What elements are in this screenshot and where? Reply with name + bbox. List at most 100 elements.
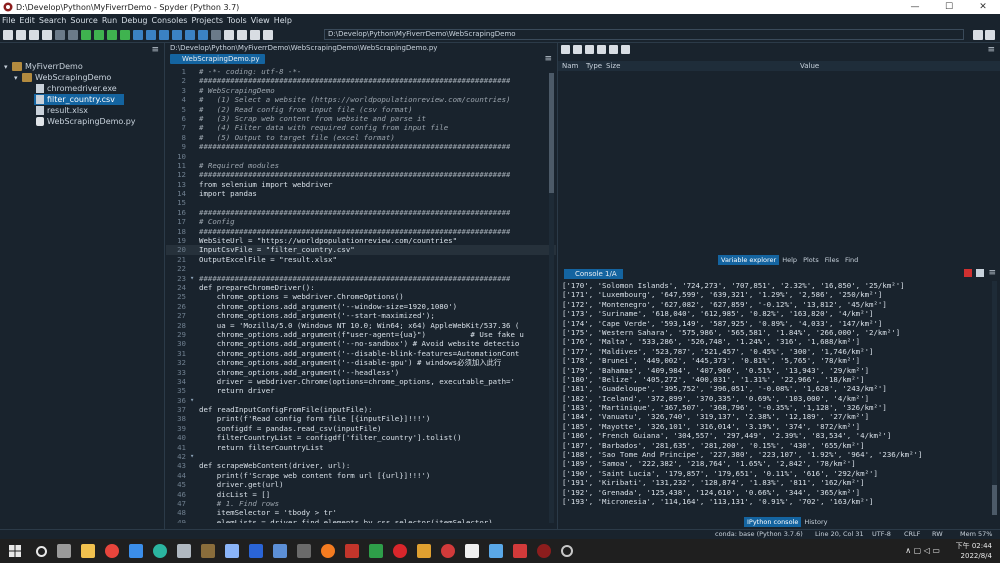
step-into-icon[interactable] (159, 29, 169, 40)
fold-marker-icon[interactable]: ▾ (190, 274, 199, 283)
step-return-icon[interactable] (172, 29, 182, 40)
app-icon[interactable] (225, 544, 239, 558)
new-file-icon[interactable] (3, 29, 13, 40)
fold-marker-icon[interactable] (190, 292, 199, 301)
tab-plots[interactable]: Plots (800, 255, 822, 265)
fold-marker-icon[interactable] (190, 245, 199, 254)
fold-marker-icon[interactable] (190, 508, 199, 517)
fold-marker-icon[interactable] (190, 198, 199, 207)
app-icon[interactable] (489, 544, 503, 558)
chrome-icon[interactable] (105, 544, 119, 558)
code-line[interactable]: 34 driver = webdriver.Chrome(options=chr… (166, 377, 556, 386)
code-line[interactable]: 16 ######################################… (166, 208, 556, 217)
menu-projects[interactable]: Projects (191, 16, 223, 25)
code-line[interactable]: 24 def prepareChromeDriver(): (166, 283, 556, 292)
filezilla-icon[interactable] (345, 544, 359, 558)
fold-marker-icon[interactable] (190, 414, 199, 423)
fold-marker-icon[interactable] (190, 490, 199, 499)
expand-arrow-icon[interactable]: ▾ (4, 63, 12, 71)
app-icon[interactable] (201, 544, 215, 558)
minimize-button[interactable]: — (898, 0, 932, 14)
pane-options-menu-icon[interactable]: ≡ (988, 269, 996, 278)
code-line[interactable]: 15 (166, 198, 556, 207)
step-icon[interactable] (146, 29, 156, 40)
col-name[interactable]: Nam (562, 61, 578, 71)
editor-scrollbar[interactable] (549, 73, 554, 523)
col-size[interactable]: Size (606, 61, 620, 71)
fold-marker-icon[interactable] (190, 123, 199, 132)
menu-run[interactable]: Run (102, 16, 117, 25)
code-line[interactable]: 21 OutputExcelFile = "result.xlsx" (166, 255, 556, 264)
code-line[interactable]: 37 def readInputConfigFromFile(inputFile)… (166, 405, 556, 414)
code-line[interactable]: 42 ▾ (166, 452, 556, 461)
fold-marker-icon[interactable] (190, 443, 199, 452)
code-area[interactable]: 1 # -*- coding: utf-8 -*- 2 ###############… (166, 67, 556, 523)
console-scrollbar[interactable] (992, 281, 997, 515)
debug-icon[interactable] (133, 29, 143, 40)
code-line[interactable]: 13 from selenium import webdriver (166, 180, 556, 189)
code-line[interactable]: 49 elemLists = driver.find_elements_by_c… (166, 518, 556, 523)
fold-marker-icon[interactable] (190, 461, 199, 470)
search-icon[interactable] (36, 545, 47, 557)
fold-marker-icon[interactable] (190, 67, 199, 76)
code-line[interactable]: 9 #######################################… (166, 142, 556, 151)
file-explorer-icon[interactable] (81, 544, 95, 558)
vivaldi-icon[interactable] (441, 544, 455, 558)
code-line[interactable]: 40 filterCountryList = configdf['filter_… (166, 433, 556, 442)
code-line[interactable]: 3 # WebScrapingDemo (166, 86, 556, 95)
code-line[interactable]: 41 return filterCountryList (166, 443, 556, 452)
run-icon[interactable] (81, 29, 91, 40)
fold-marker-icon[interactable] (190, 321, 199, 330)
fold-marker-icon[interactable] (190, 105, 199, 114)
code-line[interactable]: 32 chrome_options.add_argument('--disabl… (166, 358, 556, 367)
pane-options-menu-icon[interactable]: ≡ (987, 45, 995, 55)
ie-icon[interactable] (129, 544, 143, 558)
tree-file-selected[interactable]: filter_country.csv (34, 94, 124, 105)
fold-marker-icon[interactable] (190, 86, 199, 95)
browse-folder-icon[interactable] (973, 30, 983, 40)
col-value[interactable]: Value (800, 61, 819, 71)
fold-marker-icon[interactable] (190, 255, 199, 264)
continue-icon[interactable] (185, 29, 195, 40)
code-line[interactable]: 25 chrome_options = webdriver.ChromeOpti… (166, 292, 556, 301)
sublime-icon[interactable] (417, 544, 431, 558)
code-line[interactable]: 44 print(f'Scrape web content form url [… (166, 471, 556, 480)
menu-source[interactable]: Source (70, 16, 97, 25)
fold-marker-icon[interactable] (190, 142, 199, 151)
fold-marker-icon[interactable] (190, 161, 199, 170)
fold-marker-icon[interactable] (190, 133, 199, 142)
code-line[interactable]: 47 # 1. Find rows (166, 499, 556, 508)
pane-options-menu-icon[interactable]: ≡ (151, 45, 159, 55)
fold-marker-icon[interactable] (190, 339, 199, 348)
fold-marker-icon[interactable] (190, 217, 199, 226)
app-icon[interactable] (561, 545, 573, 557)
fold-marker-icon[interactable] (190, 311, 199, 320)
fold-marker-icon[interactable]: ▾ (190, 396, 199, 405)
save-as-icon[interactable] (585, 44, 594, 54)
code-line[interactable]: 14 import pandas (166, 189, 556, 198)
editor-options-menu-icon[interactable]: ≡ (544, 54, 552, 64)
code-line[interactable]: 6 # (3) Scrap web content from website an… (166, 114, 556, 123)
fold-marker-icon[interactable] (190, 424, 199, 433)
fold-marker-icon[interactable] (190, 480, 199, 489)
fold-marker-icon[interactable] (190, 302, 199, 311)
fold-marker-icon[interactable] (190, 283, 199, 292)
tree-root[interactable]: ▾ MyFiverrDemo (4, 61, 83, 72)
code-line[interactable]: 30 chrome_options.add_argument('--no-san… (166, 339, 556, 348)
fold-marker-icon[interactable] (190, 170, 199, 179)
working-directory-input[interactable]: D:\Develop\Python\MyFiverrDemo\WebScrapi… (324, 29, 964, 40)
wrench-icon[interactable] (224, 29, 234, 40)
app-icon[interactable] (369, 544, 383, 558)
code-line[interactable]: 17 # Config (166, 217, 556, 226)
app-icon[interactable] (273, 544, 287, 558)
code-line[interactable]: 27 chrome_options.add_argument('--start-… (166, 311, 556, 320)
tree-file[interactable]: result.xlsx (36, 105, 88, 116)
firefox-icon[interactable] (321, 544, 335, 558)
editor-tab[interactable]: WebScrapingDemo.py (170, 53, 266, 64)
menu-help[interactable]: Help (274, 16, 292, 25)
code-line[interactable]: 45 driver.get(url) (166, 480, 556, 489)
code-line[interactable]: 19 WebSiteUrl = "https://worldpopulationr… (166, 236, 556, 245)
code-line[interactable]: 36 ▾ (166, 396, 556, 405)
fold-marker-icon[interactable] (190, 433, 199, 442)
refresh-icon[interactable] (621, 44, 630, 54)
